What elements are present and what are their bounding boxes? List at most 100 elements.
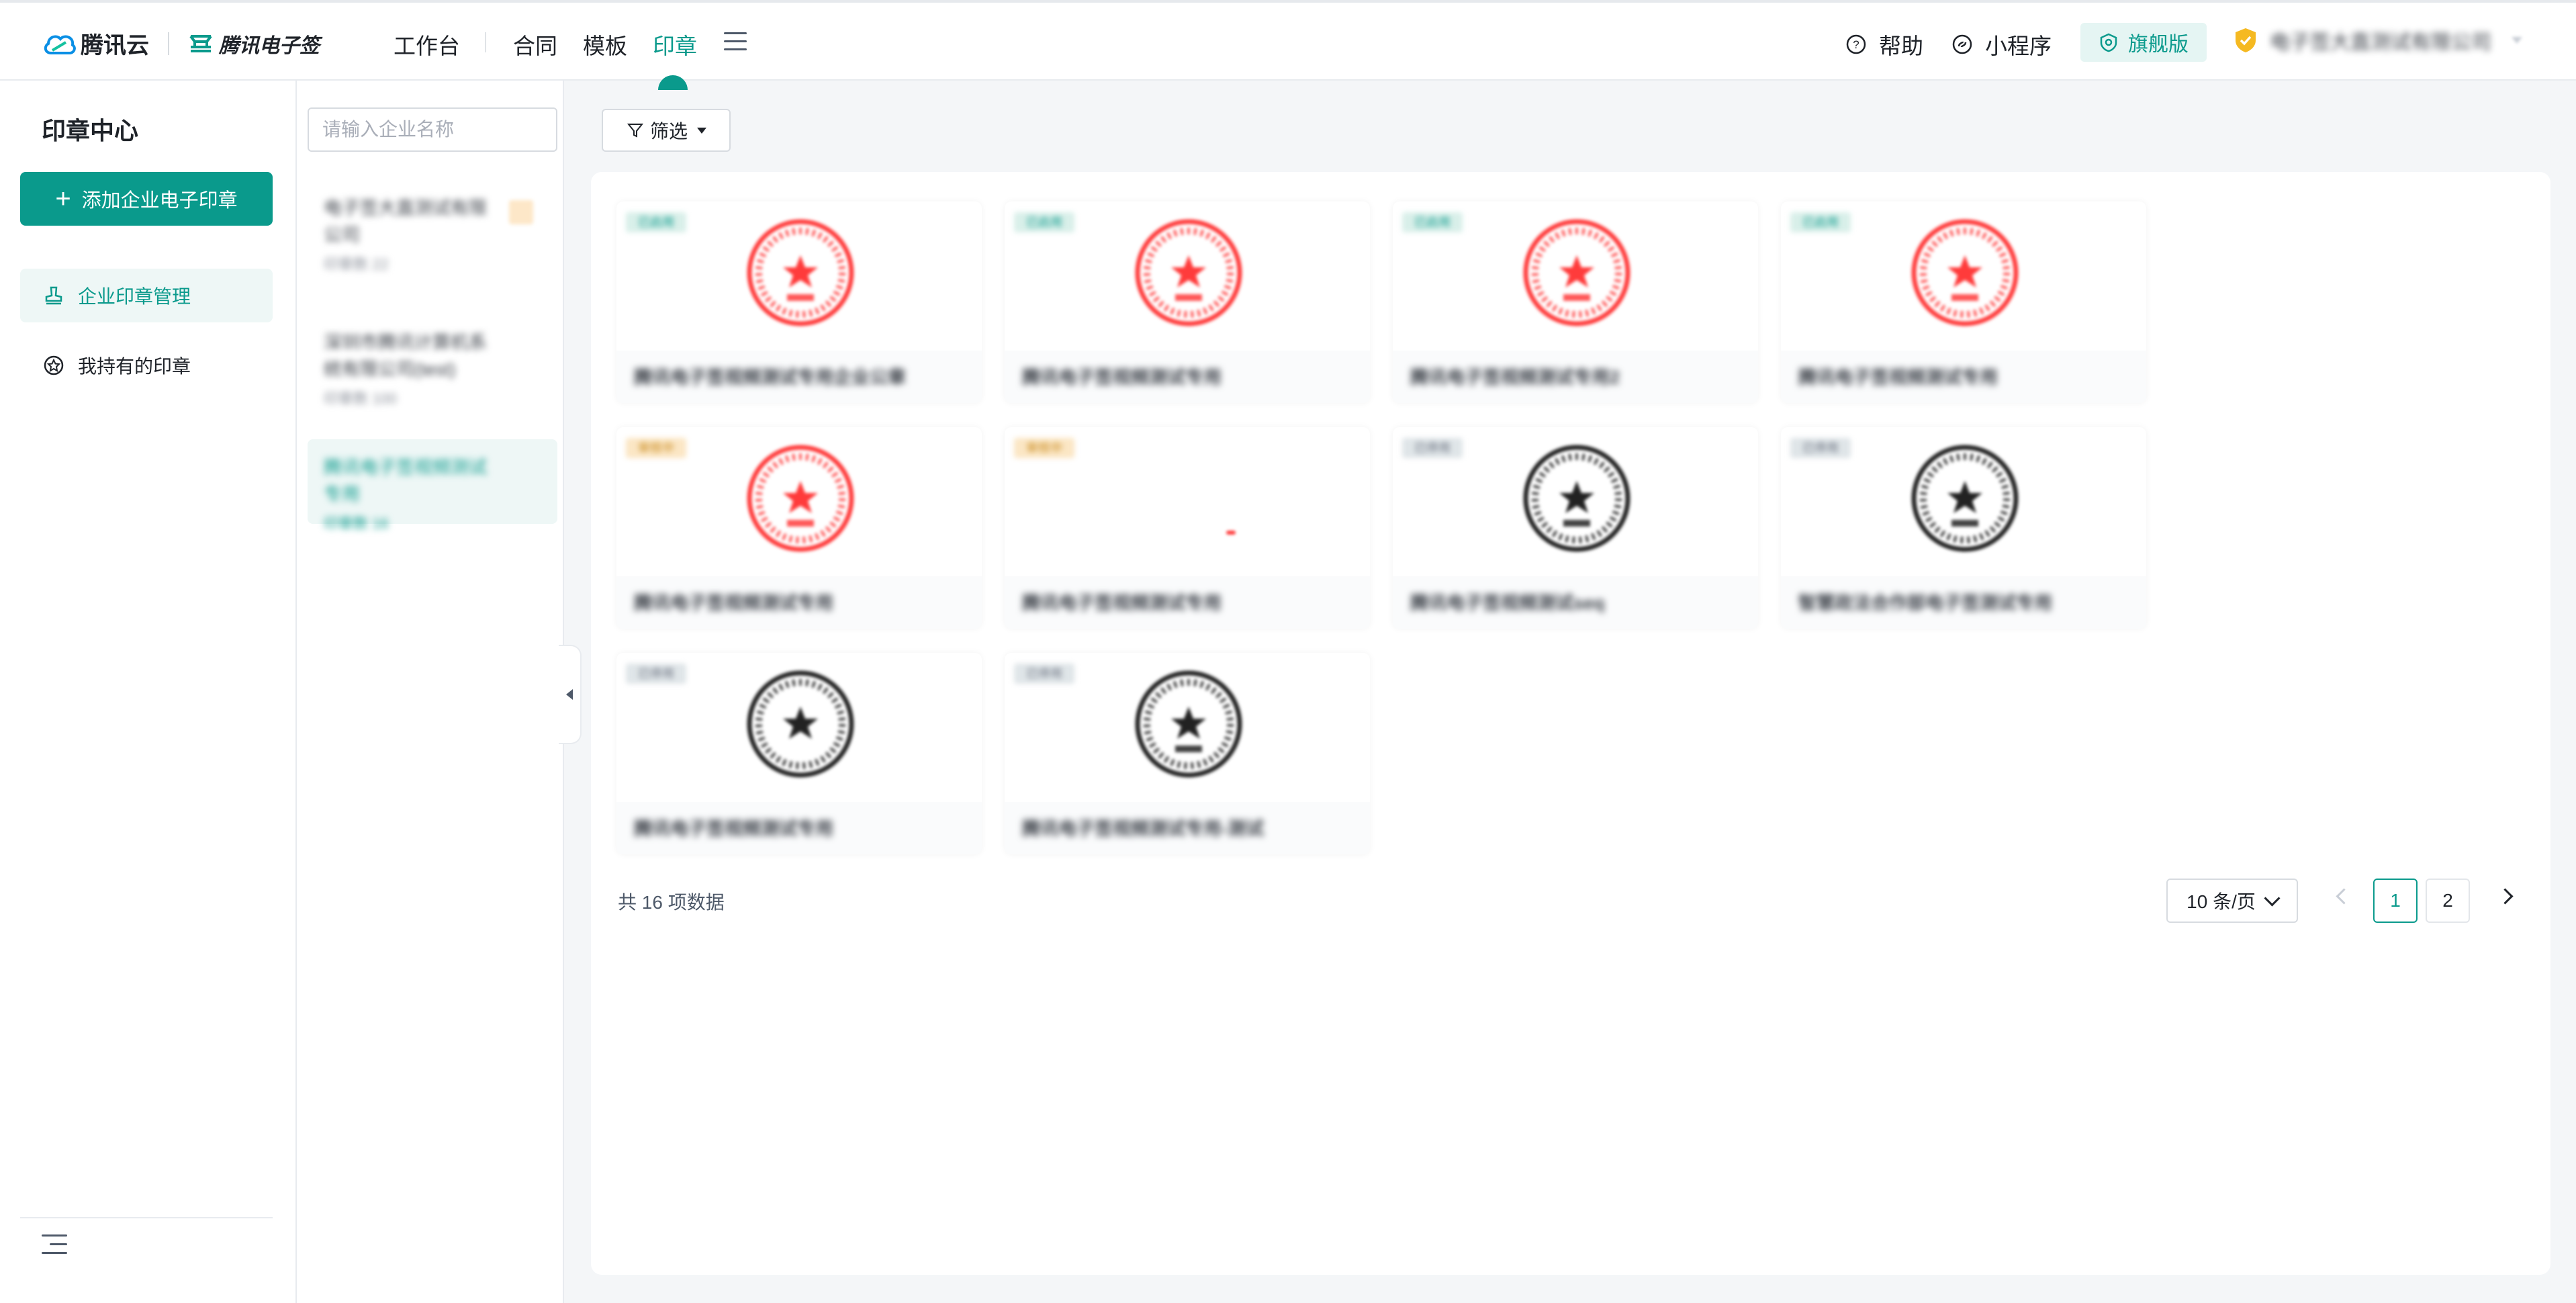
seal-stamp-icon [747,670,854,778]
brand-name: 腾讯云 [81,33,149,58]
help-label: 帮助 [1879,34,1923,58]
seal-status-badge: 已停用 [1014,664,1074,684]
seal-name: 腾讯电子签视频测试专用 [634,819,833,839]
seal-card[interactable]: 已停用腾讯电子签视频测试专用 [616,653,982,854]
star-circle-icon [44,355,64,375]
verified-shield-icon [2236,28,2256,52]
seal-stamp-icon [747,445,854,552]
page-1-button[interactable]: 1 [2373,879,2418,923]
company-search-input[interactable] [321,118,566,141]
company-tag-badge [509,200,533,224]
company-item-count: 印章数 16 [324,515,389,532]
seal-name: 腾讯电子签视频测试seq [1410,593,1605,613]
nav-seal[interactable]: 印章 [653,28,697,60]
seal-name: 腾讯电子签视频测试专用-测试 [1022,819,1264,839]
panel-collapse-handle[interactable] [559,645,582,744]
product-name: 腾讯电子签 [219,34,320,57]
chevron-left-icon [566,689,573,700]
seal-name: 智慧政法合作部电子签测试专用 [1798,593,2052,613]
company-item-name: 电子签大直测试有限公司 [324,198,487,245]
chevron-down-icon [2264,889,2281,907]
page-size-select[interactable]: 10 条/页 [2166,879,2298,923]
help-icon: ? [1846,34,1866,54]
seal-status-badge: 审核中 [1014,438,1074,458]
collapse-menu-icon[interactable] [42,1234,67,1259]
seal-status-badge: 已启用 [1790,212,1851,232]
seal-name: 腾讯电子签视频测试专用 [1022,593,1222,613]
sidebar-item-enterprise-seals[interactable]: 企业印章管理 [20,269,273,322]
seal-status-badge: 已停用 [1402,438,1463,458]
seal-card[interactable]: 审核中腾讯电子签视频测试专用 [1005,427,1370,629]
seal-stamp-icon [1911,445,2019,552]
company-search-box[interactable] [308,107,566,152]
seal-card[interactable]: 已启用 腾讯电子签视频测试专用 [1005,201,1370,403]
seal-stamp-icon [1523,219,1630,326]
sidebar-item-label: 企业印章管理 [78,286,191,307]
sidebar: 印章中心 + 添加企业电子印章 企业印章管理 我持有的印章 [0,81,295,1303]
add-seal-label: 添加企业电子印章 [81,190,238,212]
seal-card[interactable]: 已停用智慧政法合作部电子签测试专用 [1781,427,2146,629]
plus-icon: + [55,184,71,214]
esign-logo-icon [189,34,212,52]
seal-name: 腾讯电子签视频测试专用 [1798,367,1998,388]
total-count: 共 16 项数据 [618,892,725,913]
seal-status-badge: 已启用 [626,212,686,232]
seal-stamp-icon [1911,219,2019,326]
company-list-item[interactable]: 深圳市腾讯计算机系统有限公司(test) 印章数 100 [308,314,557,423]
seal-card[interactable]: 已启用腾讯电子签视频测试专用 [1781,201,2146,403]
seal-card[interactable]: 审核中腾讯电子签视频测试专用 [616,427,982,629]
mini-program-icon [1952,34,1972,54]
page-size-label: 10 条/页 [2187,891,2256,912]
seal-status-badge: 已停用 [1790,438,1851,458]
filter-icon [627,124,644,138]
seal-name: 腾讯电子签视频测试专用2 [1410,367,1620,388]
sidebar-title: 印章中心 [42,117,139,144]
seal-name: 腾讯电子签视频测试专用 [634,593,833,613]
seal-name: 腾讯电子签视频测试专用企业公章 [634,367,906,388]
nav-divider [485,32,486,52]
logo-divider [168,32,169,55]
caret-down-icon [697,127,706,134]
nav-workbench[interactable]: 工作台 [394,28,460,60]
seal-status-badge: 审核中 [626,438,686,458]
nav-active-indicator [658,75,688,90]
filter-label: 筛选 [649,121,688,142]
top-bar: 腾讯云 腾讯电子签 工作台 合同 模板 印章 ? 帮助 小程序 旗舰版 电子签大… [0,0,2576,90]
company-name: 电子签大直测试有限公司 [2270,32,2491,54]
help-link[interactable]: ? 帮助 [1845,28,1923,60]
seal-status-badge: 已停用 [626,664,686,684]
company-item-name: 深圳市腾讯计算机系统有限公司(test) [324,332,487,379]
seal-name: 腾讯电子签视频测试专用 [1022,367,1222,388]
edition-icon [2100,33,2117,52]
company-item-count: 印章数 100 [324,390,397,407]
cloud-logo-icon [44,35,76,54]
sidebar-item-label: 我持有的印章 [78,356,191,377]
company-list-item-active[interactable]: 腾讯电子签视频测试专用 印章数 16 [308,439,557,532]
chevron-down-icon [2512,37,2522,44]
edition-label: 旗舰版 [2128,34,2189,56]
mini-program-link[interactable]: 小程序 [1951,28,2052,60]
seal-stamp-icon [1523,445,1630,552]
seal-card[interactable]: 已启用腾讯电子签视频测试专用2 [1393,201,1758,403]
company-item-name: 腾讯电子签视频测试专用 [324,457,487,504]
add-seal-button[interactable]: + 添加企业电子印章 [20,172,273,226]
seal-card[interactable]: 已停用腾讯电子签视频测试seq [1393,427,1758,629]
seal-stamp-icon [1135,219,1242,326]
more-menu-icon[interactable] [724,32,747,52]
seal-image-placeholder [1226,531,1236,535]
edition-badge[interactable]: 旗舰版 [2080,23,2207,62]
seal-card[interactable]: 已停用腾讯电子签视频测试专用-测试 [1005,653,1370,854]
sidebar-item-my-seals[interactable]: 我持有的印章 [20,339,273,392]
svg-text:?: ? [1853,38,1859,51]
seal-status-badge: 已启用 [1402,212,1463,232]
seal-stamp-icon [1135,670,1242,778]
sidebar-divider [20,1217,273,1218]
company-switcher[interactable]: 电子签大直测试有限公司 [2234,26,2522,55]
filter-button[interactable]: 筛选 [602,109,731,152]
seal-card[interactable]: 已启用腾讯电子签视频测试专用企业公章 [616,201,982,403]
page-2-button[interactable]: 2 [2426,879,2470,923]
logo[interactable]: 腾讯云 腾讯电子签 [42,27,320,60]
nav-contract[interactable]: 合同 [513,28,557,60]
nav-template[interactable]: 模板 [583,28,627,60]
company-list-item[interactable]: 电子签大直测试有限公司 印章数 22 [308,180,557,289]
